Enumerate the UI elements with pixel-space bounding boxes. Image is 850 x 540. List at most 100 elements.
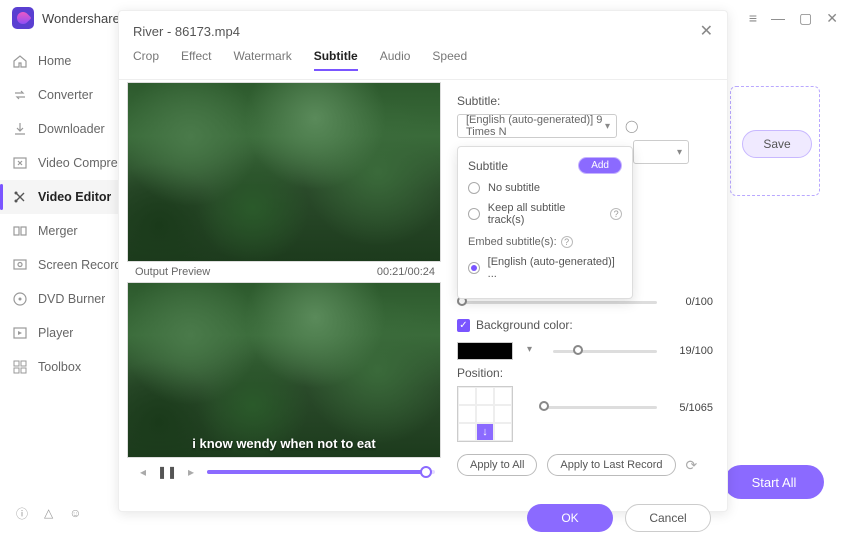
original-preview bbox=[127, 82, 441, 262]
tab-speed[interactable]: Speed bbox=[432, 49, 467, 71]
save-button[interactable]: Save bbox=[742, 130, 812, 158]
sidebar-item-label: Player bbox=[38, 326, 73, 340]
bottom-bar: ⓘ △ ☺ bbox=[0, 497, 130, 529]
cancel-button[interactable]: Cancel bbox=[625, 504, 711, 532]
help-icon[interactable]: ? bbox=[561, 236, 573, 248]
sidebar-item-label: Video Compre bbox=[38, 156, 118, 170]
ok-button[interactable]: OK bbox=[527, 504, 613, 532]
compress-icon bbox=[12, 155, 28, 171]
bg-opacity-value: 19/100 bbox=[665, 345, 713, 357]
subtitle-select[interactable]: [English (auto-generated)] 9 Times N bbox=[457, 114, 617, 138]
position-slider[interactable] bbox=[539, 406, 657, 409]
sidebar-item-video-editor[interactable]: Video Editor bbox=[0, 180, 130, 214]
converter-icon bbox=[12, 87, 28, 103]
tab-audio[interactable]: Audio bbox=[380, 49, 411, 71]
sidebar-item-label: Video Editor bbox=[38, 190, 111, 204]
sidebar: Home Converter Downloader Video Compre V… bbox=[0, 36, 130, 497]
editor-modal: River - 86173.mp4 ✕ Crop Effect Watermar… bbox=[118, 10, 728, 512]
notification-icon[interactable]: △ bbox=[44, 506, 53, 520]
arrow-down-icon: ↓ bbox=[476, 423, 494, 441]
output-preview: i know wendy when not to eat bbox=[127, 282, 441, 458]
sidebar-item-toolbox[interactable]: Toolbox bbox=[0, 350, 130, 384]
radio-icon bbox=[468, 182, 480, 194]
prev-frame-icon[interactable]: ◂ bbox=[135, 464, 151, 480]
search-subtitle-icon[interactable]: ◯ bbox=[625, 119, 638, 133]
sidebar-item-home[interactable]: Home bbox=[0, 44, 130, 78]
merger-icon bbox=[12, 223, 28, 239]
embed-label: Embed subtitle(s): bbox=[468, 236, 557, 248]
maximize-icon[interactable]: ▢ bbox=[799, 10, 812, 27]
tab-subtitle[interactable]: Subtitle bbox=[314, 49, 358, 71]
preview-time: 00:21/00:24 bbox=[377, 266, 435, 278]
tab-crop[interactable]: Crop bbox=[133, 49, 159, 71]
keep-all-label: Keep all subtitle track(s) bbox=[488, 202, 603, 226]
sidebar-item-label: Downloader bbox=[38, 122, 105, 136]
hamburger-icon[interactable]: ≡ bbox=[749, 10, 757, 26]
sidebar-item-label: DVD Burner bbox=[38, 292, 105, 306]
apply-to-last-button[interactable]: Apply to Last Record bbox=[547, 454, 675, 476]
sidebar-item-player[interactable]: Player bbox=[0, 316, 130, 350]
transparency-value: 0/100 bbox=[665, 296, 713, 308]
apply-to-all-button[interactable]: Apply to All bbox=[457, 454, 537, 476]
add-subtitle-button[interactable]: Add bbox=[578, 157, 622, 174]
sidebar-item-label: Screen Recorde bbox=[38, 258, 118, 272]
pause-icon[interactable]: ❚❚ bbox=[159, 464, 175, 480]
sidebar-item-merger[interactable]: Merger bbox=[0, 214, 130, 248]
radio-keep-all[interactable]: Keep all subtitle track(s) ? bbox=[468, 202, 622, 226]
downloader-icon bbox=[12, 121, 28, 137]
sidebar-item-label: Home bbox=[38, 54, 71, 68]
output-preview-label: Output Preview bbox=[135, 266, 210, 278]
recorder-icon bbox=[12, 257, 28, 273]
embed-option-label: [English (auto-generated)] ... bbox=[488, 256, 622, 280]
progress-bar[interactable] bbox=[207, 470, 435, 474]
no-subtitle-label: No subtitle bbox=[488, 182, 540, 194]
settings-column: Subtitle: [English (auto-generated)] 9 T… bbox=[443, 80, 727, 496]
toolbox-icon bbox=[12, 359, 28, 375]
tab-watermark[interactable]: Watermark bbox=[233, 49, 291, 71]
radio-embed-english[interactable]: [English (auto-generated)] ... bbox=[468, 256, 622, 280]
feedback-icon[interactable]: ☺ bbox=[69, 506, 81, 520]
sidebar-item-label: Converter bbox=[38, 88, 93, 102]
home-icon bbox=[12, 53, 28, 69]
sidebar-item-label: Merger bbox=[38, 224, 78, 238]
preview-column: Output Preview 00:21/00:24 i know wendy … bbox=[119, 80, 443, 496]
help-icon[interactable]: ? bbox=[610, 208, 622, 220]
sidebar-item-downloader[interactable]: Downloader bbox=[0, 112, 130, 146]
subtitle-popover: Subtitle Add No subtitle Keep all subtit… bbox=[457, 146, 633, 299]
popover-heading: Subtitle bbox=[468, 159, 508, 173]
sidebar-item-screen-recorder[interactable]: Screen Recorde bbox=[0, 248, 130, 282]
bg-opacity-slider[interactable] bbox=[553, 350, 657, 353]
start-all-button[interactable]: Start All bbox=[724, 465, 824, 499]
sidebar-item-label: Toolbox bbox=[38, 360, 81, 374]
modal-title: River - 86173.mp4 bbox=[133, 24, 240, 39]
sidebar-item-dvd-burner[interactable]: DVD Burner bbox=[0, 282, 130, 316]
close-icon[interactable]: ✕ bbox=[700, 21, 713, 41]
sidebar-item-converter[interactable]: Converter bbox=[0, 78, 130, 112]
next-frame-icon[interactable]: ▸ bbox=[183, 464, 199, 480]
help-icon[interactable]: ⓘ bbox=[16, 505, 28, 522]
editor-icon bbox=[12, 189, 28, 205]
bg-color-checkbox[interactable]: ✓ bbox=[457, 319, 470, 332]
bg-color-swatch[interactable] bbox=[457, 342, 513, 360]
position-label: Position: bbox=[457, 366, 713, 380]
bg-color-label: Background color: bbox=[476, 318, 573, 332]
dvd-icon bbox=[12, 291, 28, 307]
close-window-icon[interactable]: ✕ bbox=[826, 10, 838, 27]
font-select-partial[interactable] bbox=[633, 140, 689, 164]
position-grid[interactable]: ↓ bbox=[457, 386, 513, 442]
player-controls: ◂ ❚❚ ▸ bbox=[127, 458, 443, 486]
tab-bar: Crop Effect Watermark Subtitle Audio Spe… bbox=[119, 41, 727, 80]
app-logo bbox=[12, 7, 34, 29]
tab-effect[interactable]: Effect bbox=[181, 49, 211, 71]
position-value: 5/1065 bbox=[665, 402, 713, 414]
refresh-icon[interactable]: ⟳ bbox=[686, 457, 698, 474]
radio-icon bbox=[468, 208, 480, 220]
minimize-icon[interactable]: — bbox=[771, 10, 785, 26]
radio-icon bbox=[468, 262, 480, 274]
transparency-slider[interactable] bbox=[457, 301, 657, 304]
player-icon bbox=[12, 325, 28, 341]
subtitle-select-value: [English (auto-generated)] 9 Times N bbox=[466, 114, 608, 138]
app-title: Wondershare bbox=[42, 11, 120, 26]
sidebar-item-compressor[interactable]: Video Compre bbox=[0, 146, 130, 180]
radio-no-subtitle[interactable]: No subtitle bbox=[468, 182, 622, 194]
